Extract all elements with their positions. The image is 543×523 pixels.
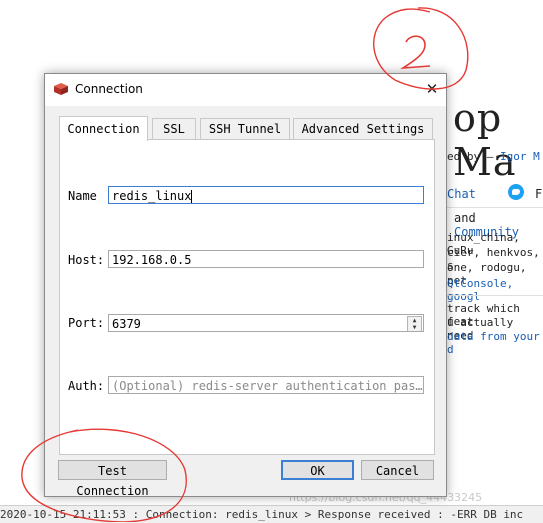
background-heading: op Ma (453, 96, 517, 184)
dialog-title: Connection (75, 82, 143, 96)
background-divider (447, 207, 543, 208)
log-status-bar: 2020-10-15 21:11:53 : Connection: redis_… (0, 505, 543, 523)
ok-button[interactable]: OK (281, 460, 354, 480)
dialog-titlebar[interactable]: Connection ✕ (45, 74, 446, 106)
byline-text: ed by – (447, 150, 500, 163)
chat-link[interactable]: Chat (447, 187, 476, 201)
cancel-button[interactable]: Cancel (361, 460, 434, 480)
host-label: Host: (68, 253, 105, 267)
close-icon[interactable]: ✕ (422, 79, 442, 99)
test-connection-button[interactable]: Test Connection (58, 460, 167, 498)
stepper-up-icon[interactable]: ▲ (408, 317, 421, 324)
tab-ssl[interactable]: SSL (152, 118, 196, 139)
twitter-link-fragment[interactable]: F (535, 187, 542, 201)
port-label: Port: (68, 316, 105, 330)
twitter-icon[interactable] (508, 184, 524, 200)
port-spinbox[interactable]: 6379 ▲ ▼ (108, 314, 424, 332)
author-link[interactable]: Igor M (500, 150, 540, 163)
background-byline: ed by – Igor M (447, 150, 540, 163)
name-field[interactable]: redis_linux (108, 186, 424, 204)
text-caret (191, 190, 193, 203)
name-value: redis_linux (112, 189, 192, 203)
tab-connection[interactable]: Connection (59, 116, 148, 141)
auth-label: Auth: (68, 379, 105, 393)
port-stepper[interactable]: ▲ ▼ (407, 316, 422, 331)
redis-cube-icon (54, 83, 68, 95)
connection-dialog: Connection ✕ Connection SSL SSH Tunnel A… (44, 73, 447, 498)
name-label: Name (68, 189, 97, 203)
host-field[interactable]: 192.168.0.5 (108, 250, 424, 268)
annotation-number-two (400, 35, 431, 70)
tab-advanced-settings[interactable]: Advanced Settings (293, 118, 433, 139)
auth-field[interactable]: (Optional) redis-server authentication p… (108, 376, 424, 394)
port-value: 6379 (112, 317, 141, 331)
tab-ssh-tunnel[interactable]: SSH Tunnel (200, 118, 290, 139)
stepper-down-icon[interactable]: ▼ (408, 324, 421, 331)
and-text: and (454, 211, 476, 225)
related-links-line[interactable]: QtConsole, googl (447, 277, 543, 303)
track-line-3[interactable]: data from your d (447, 330, 543, 356)
background-divider-2 (447, 295, 543, 296)
